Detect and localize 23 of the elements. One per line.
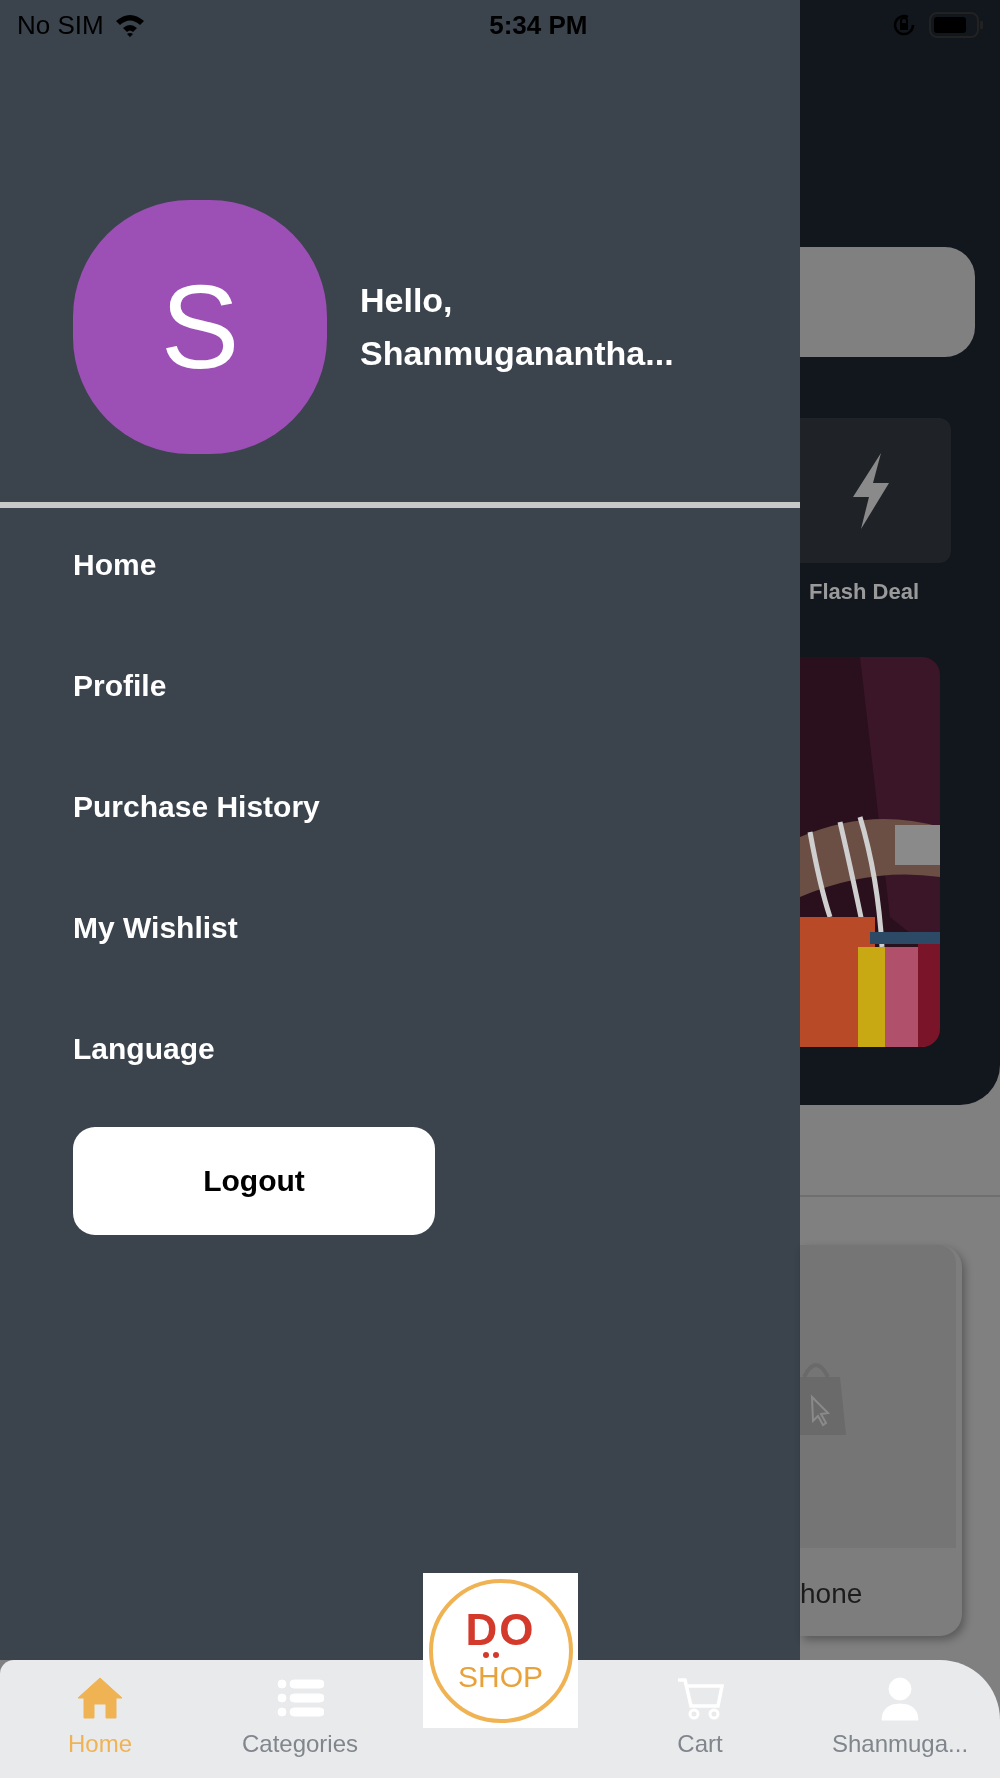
avatar: S xyxy=(73,200,327,454)
carrier-label: No SIM xyxy=(17,9,104,41)
logout-button[interactable]: Logout xyxy=(73,1127,435,1235)
menu-item[interactable]: My Wishlist xyxy=(73,909,800,946)
menu-item[interactable]: Home xyxy=(73,546,800,583)
logo-text: SHOP xyxy=(458,1661,543,1692)
greeting: Hello, xyxy=(360,281,454,320)
menu-item[interactable]: Purchase History xyxy=(73,788,800,825)
menu-item[interactable]: Profile xyxy=(73,667,800,704)
search-field[interactable] xyxy=(800,247,975,357)
lightning-icon xyxy=(850,452,891,529)
battery-icon xyxy=(929,12,983,38)
clock: 5:34 PM xyxy=(489,9,588,41)
user-name: Shanmuganantha... xyxy=(360,334,674,373)
rotation-lock-icon xyxy=(891,12,917,38)
flash-deal-label: Flash Deal xyxy=(809,579,921,605)
product-card[interactable]: hone xyxy=(800,1245,962,1636)
product-name: hone xyxy=(800,1578,864,1610)
home-icon xyxy=(76,1676,124,1722)
menu-item[interactable]: Language xyxy=(73,1030,800,1067)
app-logo[interactable]: DO SHOP xyxy=(423,1573,578,1728)
logo-text: DO xyxy=(465,1609,536,1650)
flash-deal-tile[interactable] xyxy=(800,418,951,563)
